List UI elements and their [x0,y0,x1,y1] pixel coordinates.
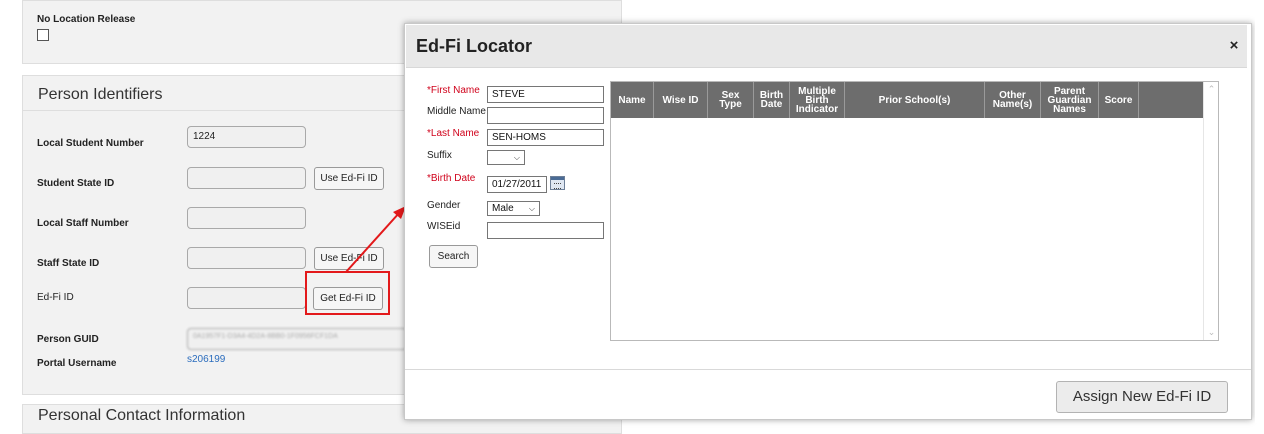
suffix-label: Suffix [427,150,452,161]
last-name-label: *Last Name [427,128,480,139]
wiseid-label: WISEid [427,221,461,232]
scroll-down-icon[interactable]: ⌄ [1207,328,1216,337]
gender-value: Male [492,203,514,214]
edfi-id-input[interactable] [187,287,306,309]
column-header[interactable]: Prior School(s) [845,82,985,118]
column-header[interactable]: Name [611,82,654,118]
scroll-up-icon[interactable]: ⌃ [1207,85,1216,94]
no-location-release-checkbox[interactable] [37,29,49,41]
chevron-down-icon: ⌵ [528,204,535,213]
staff-state-id-label: Staff State ID [37,258,100,269]
chevron-down-icon: ⌵ [513,153,520,162]
assign-new-edfi-id-button[interactable]: Assign New Ed-Fi ID [1056,381,1228,413]
student-use-edfi-id-button[interactable]: Use Ed-Fi ID [314,167,384,190]
student-state-id-label: Student State ID [37,178,115,189]
last-name-input[interactable]: SEN-HOMS [487,129,604,146]
no-location-release-label: No Location Release [37,14,136,25]
first-name-label: *First Name [427,85,480,96]
local-staff-number-input[interactable] [187,207,306,229]
personal-contact-title: Personal Contact Information [38,407,246,424]
search-button[interactable]: Search [429,245,478,268]
person-guid-label: Person GUID [37,334,99,345]
gender-label: Gender [427,200,461,211]
modal-footer: Assign New Ed-Fi ID [405,369,1251,419]
student-state-id-input[interactable] [187,167,306,189]
person-identifiers-title: Person Identifiers [38,86,163,103]
column-header[interactable]: Birth Date [754,82,790,118]
suffix-select[interactable]: ⌵ [487,150,525,165]
calendar-icon[interactable] [550,176,565,190]
modal-title: Ed-Fi Locator [416,36,532,56]
column-header[interactable]: Sex Type [708,82,754,118]
close-icon[interactable]: × [1227,38,1241,53]
column-header[interactable]: Score [1099,82,1139,118]
wiseid-input[interactable] [487,222,604,239]
person-guid-input: 0A1957F1-D3A4-4D2A-8BB0-1F0956FCF1DA [187,328,407,350]
local-student-number-label: Local Student Number [37,138,144,149]
column-header[interactable] [1139,82,1204,118]
birth-date-label: *Birth Date [427,173,476,184]
column-header[interactable]: Multiple Birth Indicator [790,82,845,118]
results-table: Name Wise ID Sex Type Birth Date Multipl… [610,81,1219,341]
portal-username-link[interactable]: s206199 [187,354,225,365]
page-scrollbar[interactable] [1255,0,1264,423]
middle-name-label: Middle Name [427,106,486,117]
local-staff-number-label: Local Staff Number [37,218,129,229]
local-student-number-input[interactable]: 1224 [187,126,306,148]
gender-select[interactable]: Male ⌵ [487,201,540,216]
first-name-input[interactable]: STEVE [487,86,604,103]
results-scrollbar[interactable]: ⌃ ⌄ [1203,82,1218,340]
column-header[interactable]: Wise ID [654,82,708,118]
middle-name-input[interactable] [487,107,604,124]
birth-date-input[interactable]: 01/27/2011 [487,176,547,193]
column-header[interactable]: Other Name(s) [985,82,1041,118]
portal-username-label: Portal Username [37,358,117,369]
staff-state-id-input[interactable] [187,247,306,269]
column-header[interactable]: Parent Guardian Names [1041,82,1099,118]
modal-header: Ed-Fi Locator × [406,25,1247,68]
get-edfi-id-button[interactable]: Get Ed-Fi ID [313,287,383,310]
results-header-row: Name Wise ID Sex Type Birth Date Multipl… [611,82,1204,118]
edfi-locator-modal: Ed-Fi Locator × *First Name STEVE Middle… [404,23,1252,420]
edfi-id-label: Ed-Fi ID [37,292,74,303]
staff-use-edfi-id-button[interactable]: Use Ed-Fi ID [314,247,384,270]
